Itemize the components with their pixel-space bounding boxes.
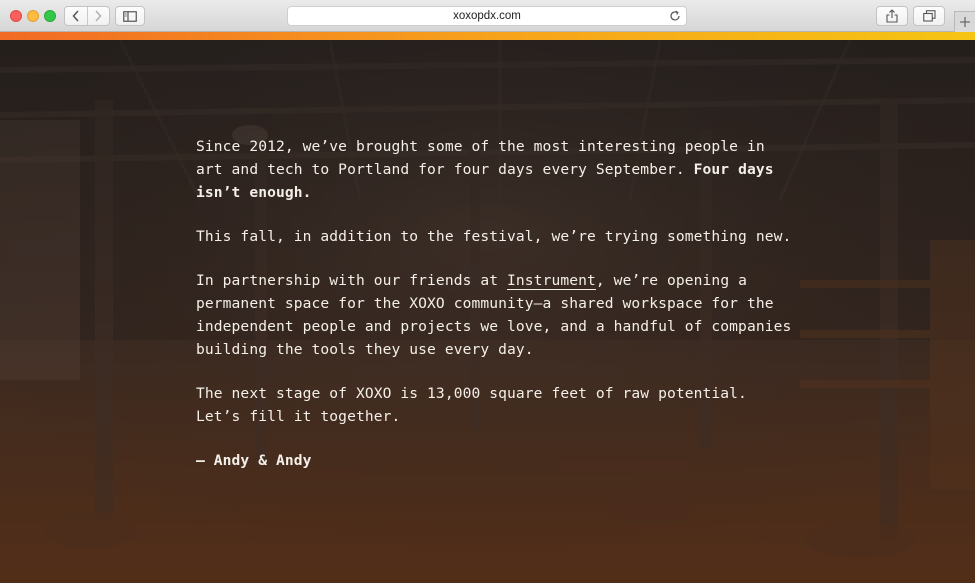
chevron-right-icon (95, 10, 102, 22)
tabs-icon (922, 10, 936, 22)
minimize-window-button[interactable] (27, 10, 39, 22)
maximize-window-button[interactable] (44, 10, 56, 22)
chevron-left-icon (72, 10, 79, 22)
reload-icon[interactable] (669, 10, 681, 22)
forward-button[interactable] (86, 7, 110, 25)
paragraph-partnership: In partnership with our friends at Instr… (196, 269, 796, 361)
history-text: Since 2012, we’ve brought some of the mo… (196, 138, 765, 178)
new-tab-button[interactable] (954, 11, 975, 32)
paragraph-new: This fall, in addition to the festival, … (196, 228, 792, 245)
paragraph-next-stage: The next stage of XOXO is 13,000 square … (196, 382, 796, 428)
partnership-text-before: In partnership with our friends at (196, 272, 508, 289)
next-stage-line-1: The next stage of XOXO is 13,000 square … (196, 385, 747, 402)
browser-toolbar: xoxopdx.com (0, 0, 975, 32)
next-stage-line-2: Let’s fill it together. (196, 408, 401, 425)
share-button[interactable] (876, 6, 908, 26)
browser-window: xoxopdx.com Since 2012, we’ve brought so… (0, 0, 975, 583)
close-window-button[interactable] (10, 10, 22, 22)
paragraph-history: Since 2012, we’ve brought some of the mo… (196, 135, 796, 204)
sidebar-icon (123, 10, 137, 22)
address-bar[interactable]: xoxopdx.com (287, 6, 687, 26)
navigation-buttons (64, 6, 110, 26)
share-icon (886, 9, 898, 23)
plus-icon (960, 17, 970, 27)
page-viewport: Since 2012, we’ve brought some of the mo… (0, 40, 975, 583)
url-text: xoxopdx.com (453, 10, 521, 22)
instrument-link[interactable]: Instrument (507, 272, 596, 290)
sidebar-button[interactable] (115, 6, 145, 26)
tabs-overview-button[interactable] (913, 6, 945, 26)
signature: — Andy & Andy (196, 452, 312, 469)
back-button[interactable] (65, 7, 87, 25)
site-accent-bar (0, 32, 975, 40)
announcement-letter: Since 2012, we’ve brought some of the mo… (196, 135, 796, 493)
